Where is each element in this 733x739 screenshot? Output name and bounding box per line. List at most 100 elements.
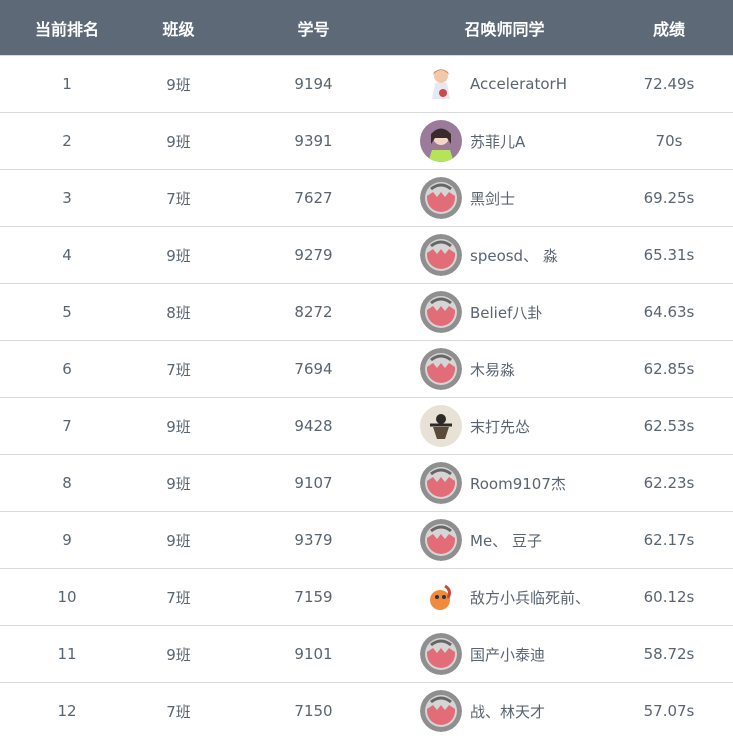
score-cell: 58.72s — [643, 645, 695, 663]
default-avatar — [420, 234, 462, 276]
score-cell: 69.25s — [643, 189, 695, 207]
player-name: 国产小泰迪 — [470, 645, 546, 664]
header-rank: 当前排名 — [34, 19, 99, 39]
table-row: 11 9班 9101 国产小泰迪 58.72s — [0, 625, 733, 682]
score-cell: 65.31s — [643, 246, 695, 264]
student-id-cell: 7150 — [294, 702, 333, 720]
student-id-cell: 9428 — [294, 417, 333, 435]
rank-cell: 8 — [62, 474, 72, 492]
class-cell: 9班 — [166, 645, 191, 664]
player-cell: speosd、 淼 — [404, 234, 605, 276]
player-name: 战、林天才 — [470, 702, 546, 721]
score-cell: 70s — [655, 132, 683, 150]
student-id-cell: 7627 — [294, 189, 333, 207]
rank-cell: 7 — [62, 417, 72, 435]
rank-cell: 11 — [57, 645, 77, 663]
rank-cell: 3 — [62, 189, 72, 207]
table-row: 7 9班 9428 末打先怂 62.53s — [0, 397, 733, 454]
rank-cell: 6 — [62, 360, 72, 378]
player-name: 敌方小兵临死前、 — [470, 588, 591, 607]
class-cell: 8班 — [166, 303, 191, 322]
score-cell: 72.49s — [643, 75, 695, 93]
player-cell: 国产小泰迪 — [404, 633, 605, 675]
player-cell: AcceleratorH — [404, 63, 605, 105]
student-id-cell: 9391 — [294, 132, 333, 150]
player-name: Belief八卦 — [470, 303, 543, 322]
class-cell: 9班 — [166, 246, 191, 265]
student-id-cell: 9279 — [294, 246, 333, 264]
header-class: 班级 — [162, 19, 195, 39]
rank-cell: 12 — [57, 702, 77, 720]
class-cell: 9班 — [166, 474, 191, 493]
header-student-id: 学号 — [297, 19, 330, 39]
ranking-table: 当前排名 班级 学号 召唤师同学 成绩 1 9班 9194 AcceleratorH 7… — [0, 0, 733, 739]
player-cell: Room9107杰 — [404, 462, 605, 504]
student-id-cell: 9107 — [294, 474, 333, 492]
player-name: 末打先怂 — [470, 417, 531, 436]
figure-avatar — [420, 405, 462, 447]
table-body: 1 9班 9194 AcceleratorH 72.49s 2 9班 9391 苏菲儿A 70s 3… — [0, 55, 733, 739]
default-avatar — [420, 348, 462, 390]
player-name: 木易淼 — [470, 360, 516, 379]
player-cell: 敌方小兵临死前、 — [404, 576, 605, 618]
score-cell: 62.53s — [643, 417, 695, 435]
rank-cell: 5 — [62, 303, 72, 321]
table-row: 12 7班 7150 战、林天才 57.07s — [0, 682, 733, 739]
class-cell: 9班 — [166, 132, 191, 151]
player-cell: 末打先怂 — [404, 405, 605, 447]
student-id-cell: 9101 — [294, 645, 333, 663]
player-name: speosd、 淼 — [470, 246, 558, 265]
class-cell: 9班 — [166, 531, 191, 550]
player-cell: 苏菲儿A — [404, 120, 605, 162]
default-avatar — [420, 291, 462, 333]
default-avatar — [420, 633, 462, 675]
table-row: 4 9班 9279 speosd、 淼 65.31s — [0, 226, 733, 283]
player-cell: 木易淼 — [404, 348, 605, 390]
score-cell: 64.63s — [643, 303, 695, 321]
default-avatar — [420, 177, 462, 219]
table-row: 3 7班 7627 黑剑士 69.25s — [0, 169, 733, 226]
rank-cell: 9 — [62, 531, 72, 549]
cartoon-avatar — [420, 576, 462, 618]
table-row: 6 7班 7694 木易淼 62.85s — [0, 340, 733, 397]
default-avatar — [420, 519, 462, 561]
table-row: 9 9班 9379 Me、 豆子 62.17s — [0, 511, 733, 568]
default-avatar — [420, 462, 462, 504]
student-id-cell: 7694 — [294, 360, 333, 378]
player-name: 苏菲儿A — [470, 132, 526, 151]
table-row: 1 9班 9194 AcceleratorH 72.49s — [0, 55, 733, 112]
player-cell: 战、林天才 — [404, 690, 605, 732]
player-cell: Me、 豆子 — [404, 519, 605, 561]
score-cell: 62.23s — [643, 474, 695, 492]
rank-cell: 2 — [62, 132, 72, 150]
rank-cell: 4 — [62, 246, 72, 264]
player-name: Room9107杰 — [470, 474, 566, 493]
player-cell: 黑剑士 — [404, 177, 605, 219]
score-cell: 57.07s — [643, 702, 695, 720]
class-cell: 7班 — [166, 189, 191, 208]
table-header: 当前排名 班级 学号 召唤师同学 成绩 — [0, 0, 733, 55]
student-id-cell: 9194 — [294, 75, 333, 93]
score-cell: 62.17s — [643, 531, 695, 549]
player-name: 黑剑士 — [470, 189, 516, 208]
header-score: 成绩 — [652, 19, 685, 39]
student-id-cell: 9379 — [294, 531, 333, 549]
student-id-cell: 7159 — [294, 588, 333, 606]
player-name: Me、 豆子 — [470, 531, 542, 550]
student-id-cell: 8272 — [294, 303, 333, 321]
player-name: AcceleratorH — [470, 75, 567, 93]
table-row: 2 9班 9391 苏菲儿A 70s — [0, 112, 733, 169]
class-cell: 7班 — [166, 360, 191, 379]
table-row: 8 9班 9107 Room9107杰 62.23s — [0, 454, 733, 511]
header-player: 召唤师同学 — [464, 19, 545, 39]
class-cell: 7班 — [166, 702, 191, 721]
table-row: 5 8班 8272 Belief八卦 64.63s — [0, 283, 733, 340]
score-cell: 62.85s — [643, 360, 695, 378]
class-cell: 9班 — [166, 75, 191, 94]
rank-cell: 1 — [62, 75, 72, 93]
table-row: 10 7班 7159 敌方小兵临死前、 60.12s — [0, 568, 733, 625]
default-avatar — [420, 690, 462, 732]
score-cell: 60.12s — [643, 588, 695, 606]
photo-avatar — [420, 120, 462, 162]
anime-girl-avatar — [420, 63, 462, 105]
